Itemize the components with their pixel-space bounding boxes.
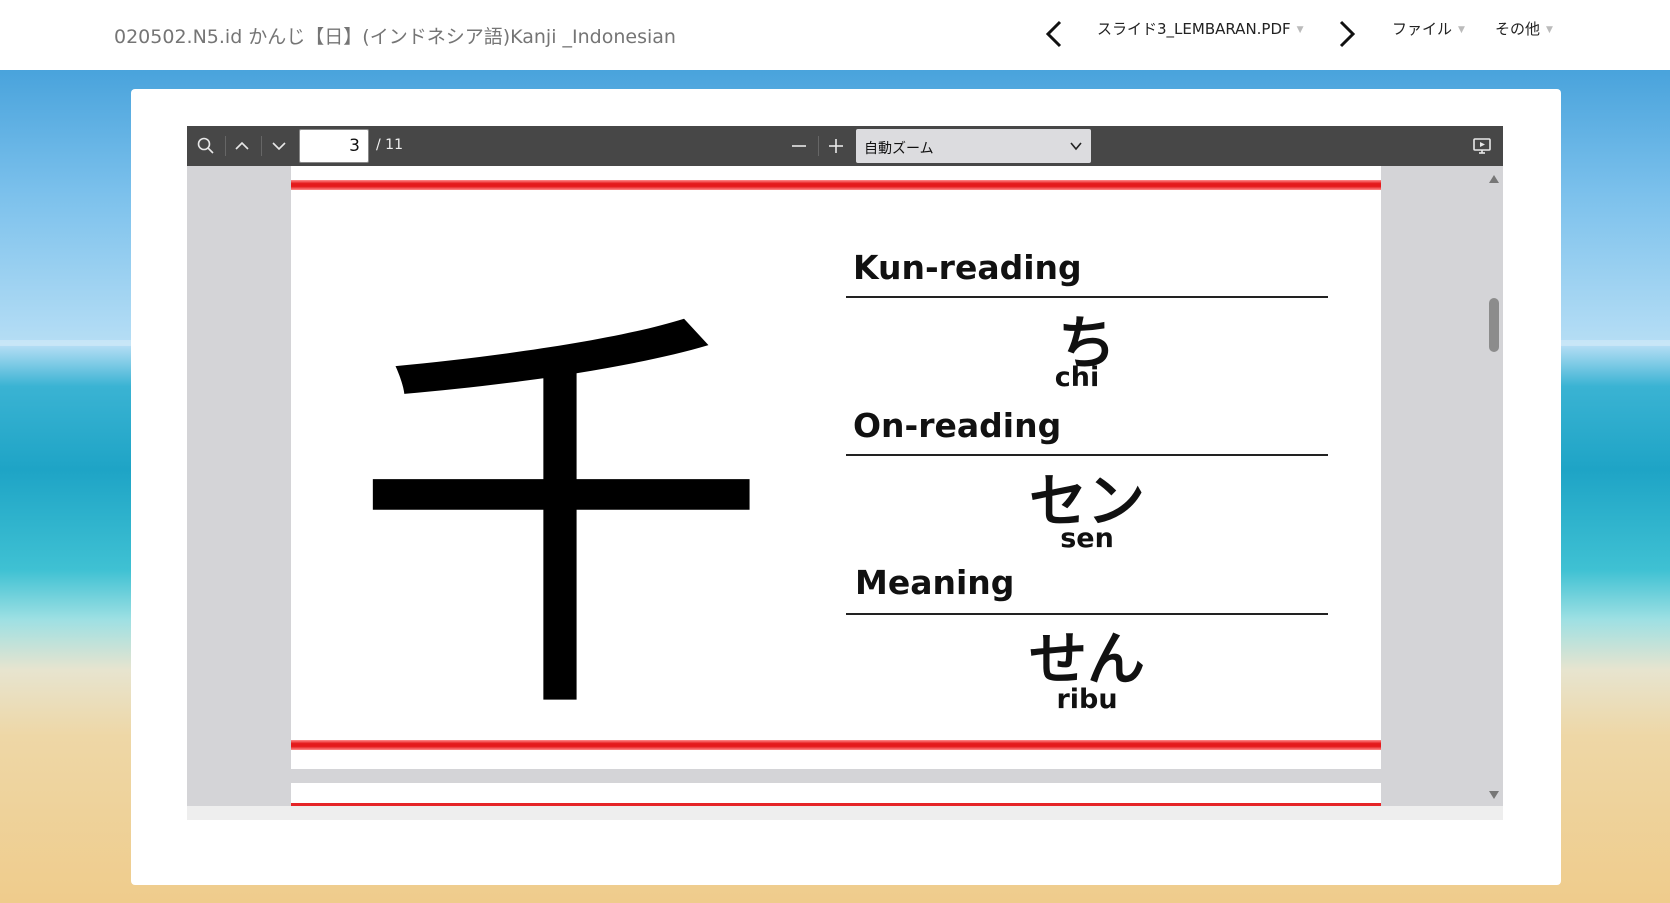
plus-icon	[829, 139, 843, 153]
toolbar-divider	[261, 136, 262, 156]
top-header: 020502.N5.id かんじ【日】(インドネシア語)Kanji _Indon…	[0, 0, 1670, 70]
file-selector[interactable]: スライド3_LEMBARAN.PDF ▼	[1097, 18, 1304, 39]
zoom-select[interactable]: 自動ズーム	[856, 129, 1091, 163]
pdf-page: 千 Kun-reading ち chi On-reading セン sen Me…	[291, 166, 1381, 769]
pdf-next-page	[291, 783, 1381, 806]
meaning-label: Meaning	[855, 563, 1015, 602]
chevron-down-icon	[272, 142, 286, 151]
scroll-down-arrow-icon[interactable]	[1488, 790, 1500, 800]
pdf-scroll-area[interactable]: 千 Kun-reading ち chi On-reading セン sen Me…	[187, 166, 1503, 806]
file-menu[interactable]: ファイル ▼	[1392, 18, 1465, 39]
meaning-translation: ribu	[1056, 684, 1118, 715]
toolbar-divider	[818, 136, 819, 156]
previous-file-button[interactable]	[1040, 14, 1068, 54]
on-reading-romaji: sen	[1060, 523, 1114, 554]
kun-reading-romaji: chi	[1054, 362, 1100, 393]
search-button[interactable]	[191, 132, 221, 160]
kun-reading-label: Kun-reading	[853, 248, 1082, 287]
minus-icon	[792, 145, 806, 147]
kanji-character: 千	[351, 281, 771, 701]
presentation-icon	[1473, 138, 1491, 154]
kanji-glyph: 千	[351, 281, 771, 701]
pdf-viewer: / 11 自動ズーム	[187, 126, 1503, 820]
next-file-button[interactable]	[1333, 14, 1361, 54]
toolbar-divider	[225, 136, 226, 156]
previous-page-button[interactable]	[227, 132, 257, 160]
other-menu-label: その他	[1495, 20, 1541, 38]
on-reading-label: On-reading	[853, 406, 1062, 445]
next-page-button[interactable]	[264, 132, 294, 160]
caret-down-icon: ▼	[1296, 24, 1304, 35]
other-menu[interactable]: その他 ▼	[1495, 18, 1553, 39]
file-menu-label: ファイル	[1392, 20, 1453, 38]
zoom-in-button[interactable]	[821, 132, 851, 160]
search-icon	[197, 137, 214, 154]
caret-down-icon: ▼	[1546, 24, 1553, 35]
viewer-footer	[187, 806, 1503, 820]
page-number-input[interactable]	[299, 129, 369, 163]
red-divider-top	[291, 180, 1381, 190]
chevron-up-icon	[235, 141, 249, 150]
pdf-toolbar: / 11 自動ズーム	[187, 126, 1503, 166]
page-title: 020502.N5.id かんじ【日】(インドネシア語)Kanji _Indon…	[114, 26, 676, 48]
file-selector-label: スライド3_LEMBARAN.PDF	[1097, 20, 1291, 38]
chevron-left-icon	[1045, 20, 1062, 48]
presentation-mode-button[interactable]	[1467, 132, 1497, 160]
chevron-right-icon	[1339, 20, 1356, 48]
red-divider-bottom	[291, 740, 1381, 750]
zoom-select-value: 自動ズーム	[864, 141, 934, 157]
zoom-out-button[interactable]	[784, 132, 814, 160]
page-count: / 11	[376, 137, 403, 153]
scroll-up-arrow-icon[interactable]	[1488, 174, 1500, 184]
chevron-down-icon	[1070, 142, 1082, 151]
vertical-scrollbar[interactable]	[1485, 166, 1503, 806]
caret-down-icon: ▼	[1458, 24, 1465, 35]
scrollbar-thumb[interactable]	[1489, 298, 1499, 352]
